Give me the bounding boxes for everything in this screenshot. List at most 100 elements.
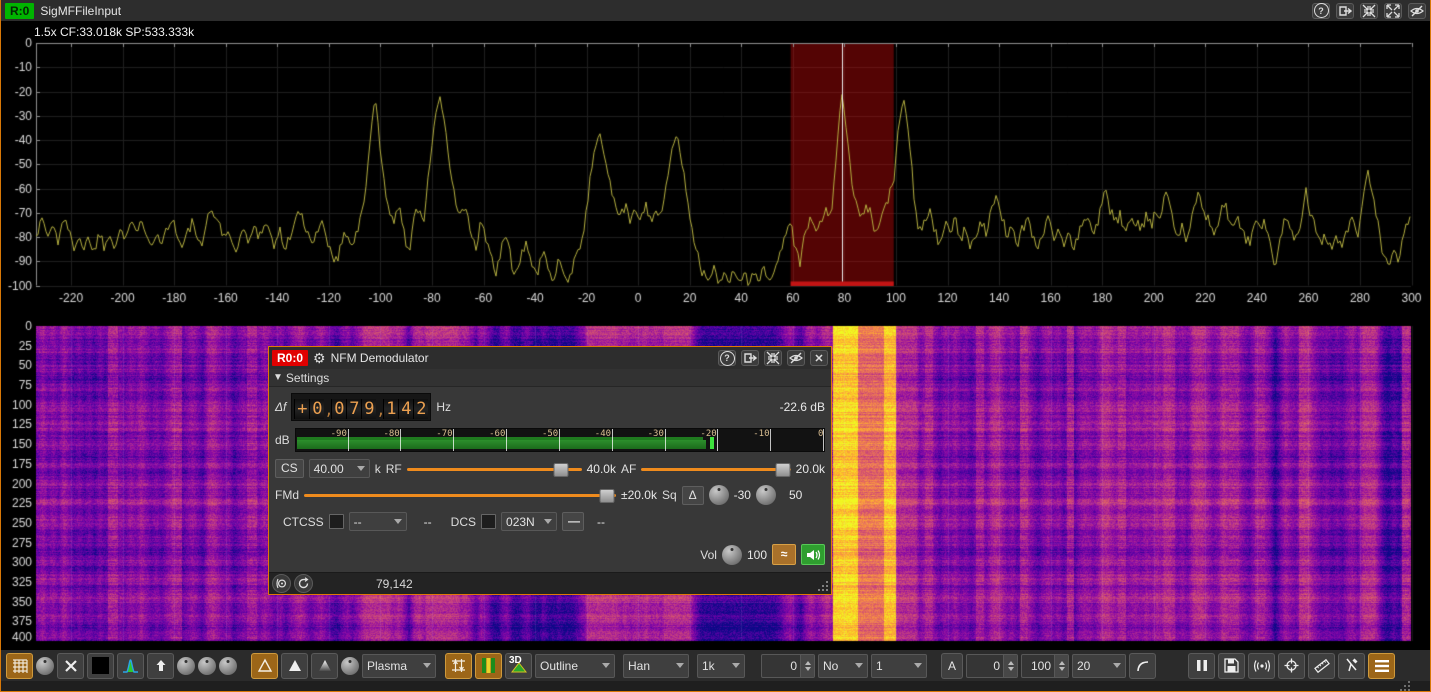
dial-digit[interactable]: 9 [361, 399, 376, 419]
level-meter: -90-80-70-60-50-40-30-20-100 [295, 428, 825, 452]
shrink-window-button[interactable] [1360, 3, 1378, 19]
calipers-button[interactable] [1338, 653, 1365, 679]
chevron-down-icon [544, 519, 552, 524]
chevron-down-icon [423, 663, 431, 668]
fm-deviation-slider[interactable] [304, 488, 616, 502]
dial-digit[interactable]: 0 [309, 399, 324, 419]
fft-window-select[interactable]: Han [623, 654, 689, 678]
waterfall-share-select[interactable]: 20 [1072, 654, 1126, 678]
save-button[interactable] [1218, 653, 1245, 679]
waterfall-toggle-button[interactable] [475, 653, 502, 679]
autoscale-button[interactable]: A [941, 653, 963, 679]
spin-arrows[interactable] [1054, 655, 1068, 677]
volume-knob[interactable] [722, 545, 742, 565]
dial-digit[interactable]: 4 [398, 399, 413, 419]
device-index-badge: R:0 [5, 3, 34, 19]
af-bandwidth-slider[interactable] [641, 462, 790, 476]
window-resize-grip[interactable] [1396, 681, 1412, 692]
log-scale-button[interactable] [1129, 653, 1156, 679]
slider-handle[interactable] [599, 489, 614, 503]
channel-spacing-select[interactable]: 40.00 [309, 459, 370, 478]
menu-button[interactable] [1368, 653, 1395, 679]
hide-window-button[interactable] [1408, 3, 1426, 19]
trace-fill-button[interactable] [281, 653, 308, 679]
squelch-knob[interactable] [709, 485, 729, 505]
fft-size-select[interactable]: 1k [697, 654, 745, 678]
trace-outline-button[interactable] [251, 653, 278, 679]
three-d-button[interactable]: 3D [505, 653, 532, 679]
dialog-title: NFM Demodulator [331, 351, 429, 365]
help-button[interactable]: ? [1312, 3, 1330, 19]
dial-digit[interactable]: + [294, 399, 309, 419]
waterfall-direction-button[interactable] [147, 653, 174, 679]
maximize-window-button[interactable] [1384, 3, 1402, 19]
move-to-workspace-button[interactable] [1336, 3, 1354, 19]
averaging-mode-select[interactable]: No [818, 654, 868, 678]
dcs-polarity-button[interactable]: — [562, 512, 584, 531]
fixed-levels-button[interactable] [445, 653, 472, 679]
markers-button[interactable] [1248, 653, 1275, 679]
meter-tick-label: -30 [648, 429, 664, 439]
meter-tick-label: -70 [436, 429, 452, 439]
channel-spacing-button[interactable]: CS [275, 459, 304, 478]
meter-tick-label: -10 [753, 429, 769, 439]
dcs-select[interactable]: 023N [501, 512, 557, 531]
delta-squelch-button[interactable]: Δ [682, 486, 704, 505]
trace-gradient-button[interactable] [311, 653, 338, 679]
histogram-stroke-knob[interactable] [177, 657, 195, 675]
dialog-resize-grip[interactable] [816, 579, 830, 593]
style-select[interactable]: Outline [535, 654, 615, 678]
dialog-titlebar[interactable]: R0:0 ⚙ NFM Demodulator ? ✕ [269, 347, 831, 369]
dialog-shrink-button[interactable] [764, 350, 782, 366]
background-color-swatch[interactable] [87, 653, 114, 679]
freeze-button[interactable] [1188, 653, 1215, 679]
rf-bandwidth-value: 40.0k [587, 462, 616, 476]
main-titlebar[interactable]: R:0 SigMFFileInput ? [1, 0, 1430, 21]
frequency-dial[interactable]: +0,079,142 [291, 393, 431, 421]
settings-rollup[interactable]: ▼ Settings [269, 369, 831, 387]
move-workspace-icon [743, 351, 757, 365]
dialog-move-button[interactable] [741, 350, 759, 366]
ctcss-select[interactable]: -- [349, 512, 407, 531]
rollup-arrow-icon: ▼ [273, 372, 283, 383]
spin-arrows[interactable] [800, 655, 814, 677]
spin-arrows[interactable] [1003, 655, 1017, 677]
status-frequency: 79,142 [376, 577, 413, 591]
slider-handle[interactable] [553, 463, 568, 477]
meter-tick-label: -40 [595, 429, 611, 439]
averaging-count-select[interactable]: 1 [871, 654, 927, 678]
grid-intensity-knob[interactable] [36, 657, 54, 675]
rf-bandwidth-slider[interactable] [407, 462, 582, 476]
squelch-gate-knob[interactable] [756, 485, 776, 505]
ctcss-checkbox[interactable] [329, 514, 344, 529]
ref-level-spinbox[interactable]: 0 [966, 654, 1018, 678]
gradient-knob[interactable] [341, 657, 359, 675]
dial-digit[interactable]: 1 [383, 399, 398, 419]
max-hold-decay-knob[interactable] [219, 657, 237, 675]
grid-button[interactable] [6, 653, 33, 679]
dial-digit[interactable]: 2 [413, 399, 428, 419]
histogram-color-swatch[interactable] [117, 653, 144, 679]
dial-digit[interactable]: 7 [346, 399, 361, 419]
audio-filter-button[interactable]: ≈ [772, 544, 796, 565]
power-range-spinbox[interactable]: 100 [1021, 654, 1069, 678]
dialog-help-button[interactable]: ? [718, 350, 736, 366]
delta-f-label: Δf [275, 400, 286, 414]
audio-mute-button[interactable] [801, 544, 825, 565]
dialog-hide-button[interactable] [787, 350, 805, 366]
colormap-select[interactable]: Plasma [362, 654, 436, 678]
gear-icon[interactable]: ⚙ [313, 351, 326, 365]
dial-digit[interactable]: 0 [331, 399, 346, 419]
meter-tick-label: -60 [489, 429, 505, 439]
dialog-close-button[interactable]: ✕ [810, 350, 828, 366]
center-marker-button[interactable] [272, 574, 291, 593]
ruler-button[interactable] [1308, 653, 1335, 679]
trace-intensity-knob[interactable] [198, 657, 216, 675]
dcs-checkbox[interactable] [481, 514, 496, 529]
crosshair-button[interactable] [1278, 653, 1305, 679]
clear-spectrum-button[interactable] [57, 653, 84, 679]
slider-handle[interactable] [776, 463, 791, 477]
overlap-spinbox[interactable]: 0 [761, 654, 815, 678]
shift-marker-button[interactable] [294, 574, 313, 593]
spectrum-display[interactable] [1, 21, 1431, 306]
